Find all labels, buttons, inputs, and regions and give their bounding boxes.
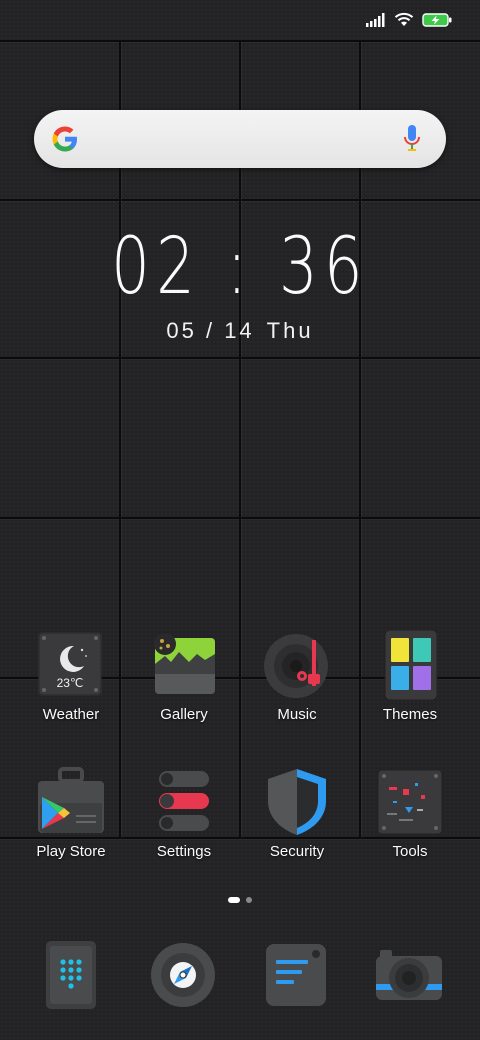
app-weather[interactable]: 23℃ Weather: [14, 630, 128, 740]
app-label: Security: [269, 843, 325, 860]
camera-icon: [376, 950, 442, 1000]
music-icon: [264, 634, 328, 698]
tools-icon: [377, 769, 443, 835]
clock-hours: 02: [111, 222, 202, 312]
app-play-store[interactable]: Play Store: [14, 767, 128, 877]
app-label: Weather: [42, 706, 100, 723]
wifi-icon: [394, 12, 414, 26]
clock-minutes: 36: [278, 222, 369, 312]
app-label: Themes: [382, 706, 438, 723]
date-text: 05 / 14: [166, 318, 255, 343]
app-label: Music: [277, 706, 317, 723]
browser-compass-icon: [151, 943, 215, 1007]
app-themes[interactable]: Themes: [353, 630, 467, 740]
clock-separator: :: [226, 222, 254, 312]
google-logo-icon[interactable]: [50, 124, 80, 154]
dock-camera[interactable]: [372, 938, 444, 1014]
signal-icon: [366, 12, 385, 27]
app-security[interactable]: Security: [240, 767, 354, 877]
mic-icon[interactable]: [402, 124, 422, 154]
day-text: Thu: [266, 318, 314, 343]
dock-browser[interactable]: [148, 938, 220, 1014]
settings-icon: [159, 771, 209, 831]
phone-dialer-icon: [46, 941, 96, 1009]
weather-icon: 23℃: [38, 632, 102, 696]
battery-charging-icon: [422, 12, 452, 27]
themes-icon: [384, 630, 438, 700]
clock-time[interactable]: 02 : 36: [53, 222, 427, 312]
app-label: Gallery: [160, 706, 208, 723]
app-settings[interactable]: Settings: [127, 767, 241, 877]
play-store-icon: [38, 767, 104, 833]
app-music[interactable]: Music: [240, 630, 354, 740]
app-tools[interactable]: Tools: [353, 767, 467, 877]
page-dot-active[interactable]: [228, 897, 240, 903]
dock-messages[interactable]: [260, 938, 332, 1014]
page-indicator[interactable]: [0, 897, 480, 903]
app-label: Settings: [156, 843, 212, 860]
status-bar: [0, 0, 480, 42]
app-gallery[interactable]: Gallery: [127, 630, 241, 740]
app-label: Tools: [392, 843, 428, 860]
messages-icon: [266, 944, 326, 1006]
security-icon: [268, 769, 326, 835]
dock-phone[interactable]: [38, 938, 110, 1014]
clock-date[interactable]: 05 / 14 Thu: [0, 318, 480, 344]
weather-temp: 23℃: [57, 676, 84, 690]
gallery-icon: [154, 633, 215, 694]
app-label: Play Store: [36, 843, 106, 860]
google-search-bar[interactable]: [34, 110, 446, 168]
page-dot[interactable]: [246, 897, 252, 903]
